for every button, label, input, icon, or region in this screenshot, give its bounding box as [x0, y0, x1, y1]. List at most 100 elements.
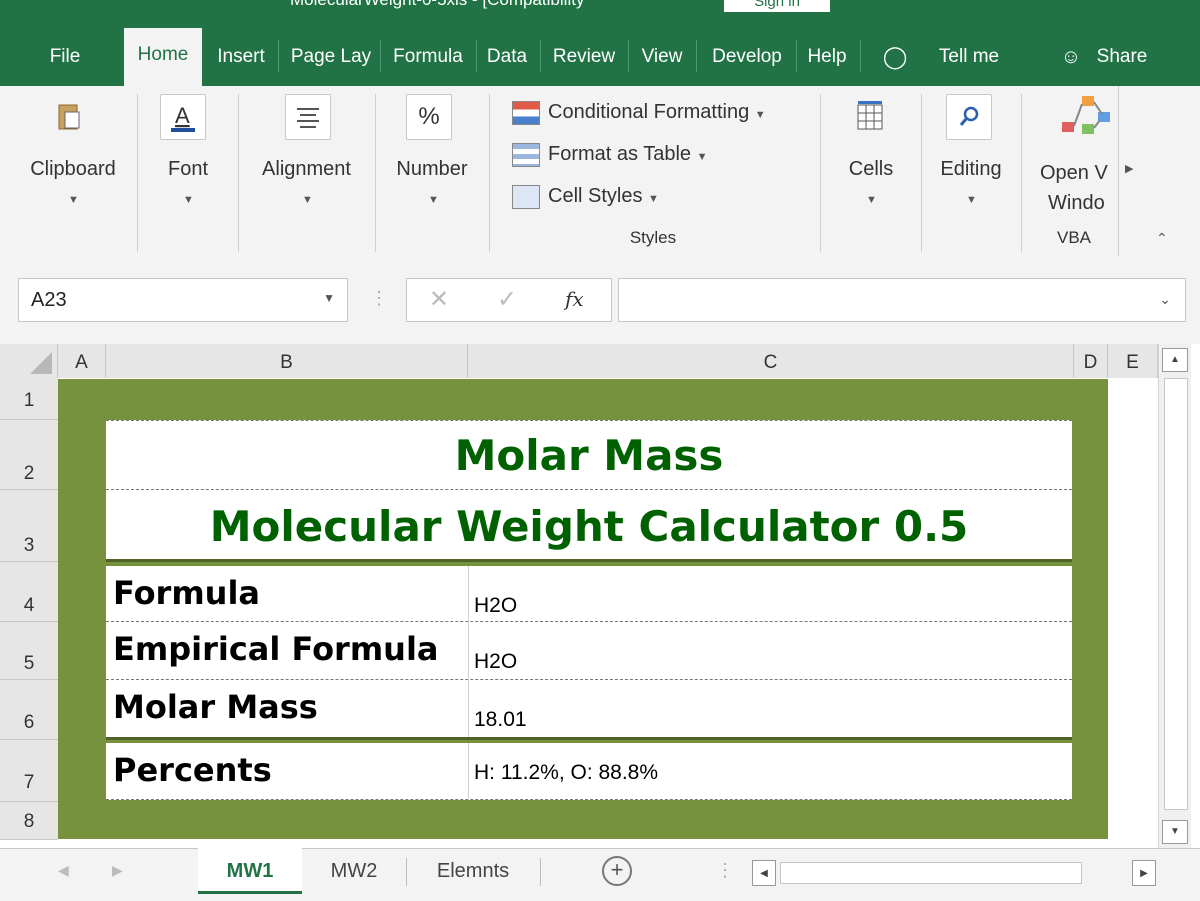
scroll-down-icon[interactable]: ▼ [1162, 820, 1188, 844]
tab-data[interactable]: Data [482, 30, 532, 86]
scroll-left-icon[interactable]: ◀ [752, 860, 776, 886]
column-header-e[interactable]: E [1108, 344, 1158, 378]
vba-label: VBA [1056, 228, 1092, 247]
column-header-b[interactable]: B [106, 344, 468, 378]
name-box-value: A23 [31, 289, 67, 311]
font-color-icon: A [160, 94, 206, 140]
person-icon: ☺ [1060, 46, 1082, 68]
select-all-corner[interactable] [0, 344, 58, 378]
formula-input[interactable]: ⌄ [618, 278, 1186, 322]
clipboard-label: Clipboard [30, 158, 116, 180]
row-header-7[interactable]: 7 [0, 740, 58, 802]
window-title: MolecularWeight-0-5xls - [Compatibility [290, 0, 584, 10]
conditional-formatting-button[interactable]: Conditional Formatting ▼ [512, 96, 766, 128]
editing-group[interactable]: Editing ▼ [922, 86, 1020, 256]
tab-formulas[interactable]: Formula [384, 30, 472, 86]
column-header-d[interactable]: D [1074, 344, 1108, 378]
open-vba-label-2: Windo [1048, 192, 1105, 214]
row-header-1[interactable]: 1 [0, 378, 58, 420]
previous-sheet-icon[interactable]: ◀ [58, 862, 69, 879]
number-label: Number [396, 158, 468, 180]
sign-in-button[interactable]: Sign in [724, 0, 830, 12]
conditional-formatting-icon [512, 100, 540, 125]
name-box[interactable]: A23 ▼ [18, 278, 348, 322]
molar-mass-label: Molar Mass [113, 688, 318, 726]
font-group[interactable]: A Font ▼ [138, 86, 238, 256]
row-header-2[interactable]: 2 [0, 420, 58, 490]
column-header-a[interactable]: A [58, 344, 106, 378]
enter-icon[interactable]: ✓ [497, 285, 517, 314]
tab-view[interactable]: View [634, 30, 690, 86]
svg-text:A: A [175, 103, 190, 128]
table-row[interactable]: Empirical Formula H2O [106, 622, 1072, 680]
tell-me-box[interactable]: Tell me [926, 30, 1012, 86]
search-icon [946, 94, 992, 140]
next-sheet-icon[interactable]: ▶ [112, 862, 123, 879]
vertical-scrollbar[interactable]: ▲ ▼ [1158, 344, 1191, 848]
tab-developer[interactable]: Develop [702, 30, 792, 86]
drag-handle-icon[interactable]: ⋮ [716, 860, 734, 881]
percents-label: Percents [113, 751, 272, 789]
tab-help[interactable]: Help [802, 30, 852, 86]
sheet-tab-elemnts[interactable]: Elemnts [408, 848, 538, 894]
sheet-tab-mw2[interactable]: MW2 [304, 848, 404, 894]
chevron-down-icon: ▼ [866, 194, 877, 206]
chevron-down-icon[interactable]: ▼ [323, 291, 335, 305]
ribbon: Clipboard ▼ A Font ▼ Alignment ▼ % Numbe… [0, 86, 1200, 259]
percent-icon: % [406, 94, 452, 140]
table-row[interactable]: Percents H: 11.2%, O: 88.8% [106, 743, 1072, 800]
lightbulb-icon[interactable]: ◯ [880, 30, 910, 86]
clipboard-icon [46, 94, 92, 140]
alignment-label: Alignment [262, 158, 351, 180]
tab-page-layout[interactable]: Page Lay [284, 30, 378, 86]
collapse-ribbon-icon[interactable]: ⌃ [1156, 230, 1168, 247]
alignment-group[interactable]: Alignment ▼ [239, 86, 374, 256]
expand-formula-icon[interactable]: ⌄ [1159, 291, 1171, 308]
column-header-c[interactable]: C [468, 344, 1074, 378]
row-header-5[interactable]: 5 [0, 622, 58, 680]
percents-value: H: 11.2%, O: 88.8% [474, 761, 659, 784]
table-row[interactable]: Formula H2O [106, 566, 1072, 622]
vba-icon [1058, 92, 1118, 145]
tab-review[interactable]: Review [546, 30, 622, 86]
tab-file[interactable]: File [44, 30, 86, 86]
table-row[interactable]: Molar Mass 18.01 [106, 680, 1072, 740]
align-icon [285, 94, 331, 140]
tab-home[interactable]: Home [124, 28, 202, 86]
formula-label: Formula [113, 574, 261, 612]
styles-label: Styles [629, 228, 677, 247]
cell-styles-button[interactable]: Cell Styles ▼ [512, 180, 659, 212]
title-row[interactable]: Molar Mass [106, 420, 1072, 490]
clipboard-group[interactable]: Clipboard ▼ [0, 86, 136, 256]
scroll-up-icon[interactable]: ▲ [1162, 348, 1188, 372]
insert-function-icon[interactable]: fx [565, 287, 584, 311]
row-header-6[interactable]: 6 [0, 680, 58, 740]
number-group[interactable]: % Number ▼ [376, 86, 488, 256]
vba-group[interactable]: Open V Windo VBA [1022, 86, 1118, 256]
chevron-down-icon: ▼ [966, 194, 977, 206]
add-sheet-icon[interactable]: + [602, 856, 632, 886]
share-button[interactable]: Share [1090, 30, 1154, 86]
ribbon-scroll-right[interactable]: ▶ [1118, 86, 1141, 256]
formula-controls: ✕ ✓ fx [406, 278, 612, 322]
row-header-4[interactable]: 4 [0, 562, 58, 622]
title-bar: MolecularWeight-0-5xls - [Compatibility … [0, 0, 1200, 14]
sheet-tab-mw1[interactable]: MW1 [198, 848, 302, 894]
editing-label: Editing [940, 158, 1002, 180]
drag-handle-icon[interactable]: ⋮ [370, 288, 388, 309]
horizontal-scroll-thumb[interactable] [780, 862, 1082, 884]
cells-group[interactable]: Cells ▼ [821, 86, 921, 256]
tab-insert[interactable]: Insert [210, 30, 272, 86]
row-header-8[interactable]: 8 [0, 802, 58, 840]
font-label: Font [167, 158, 209, 180]
scroll-thumb[interactable] [1164, 378, 1188, 810]
row-header-3[interactable]: 3 [0, 490, 58, 562]
format-as-table-button[interactable]: Format as Table ▼ [512, 138, 707, 170]
chevron-down-icon: ▼ [302, 194, 313, 206]
chevron-right-icon: ▶ [1125, 163, 1134, 175]
empirical-formula-value: H2O [474, 650, 518, 673]
chevron-down-icon: ▼ [428, 194, 439, 206]
scroll-right-icon[interactable]: ▶ [1132, 860, 1156, 886]
subtitle-row[interactable]: Molecular Weight Calculator 0.5 [106, 490, 1072, 562]
cancel-icon[interactable]: ✕ [429, 285, 449, 314]
